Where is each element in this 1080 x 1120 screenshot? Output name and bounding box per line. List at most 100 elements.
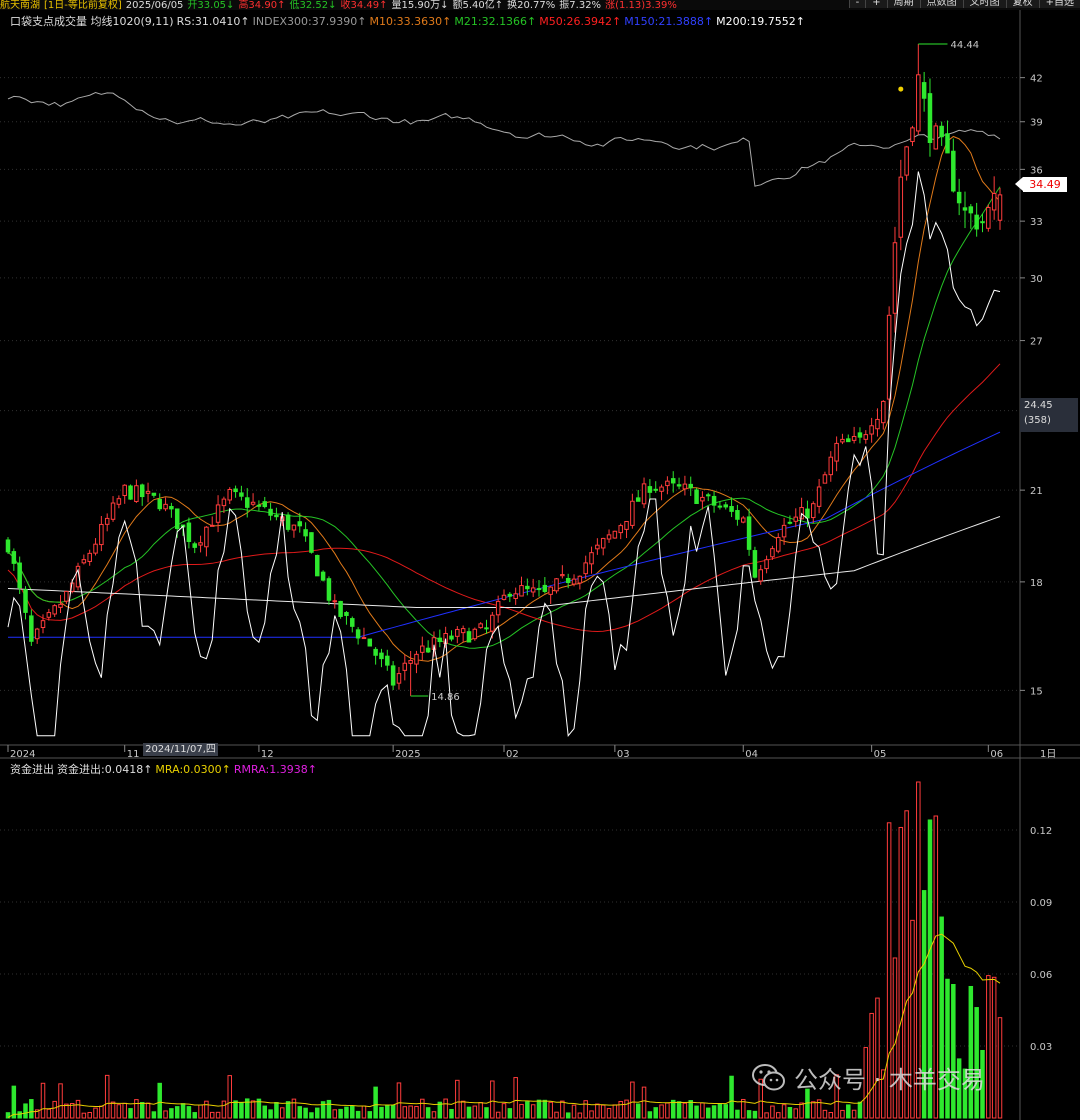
toolbar-button[interactable]: 点数图 [919, 0, 963, 8]
candle-body[interactable] [23, 589, 28, 613]
fund-flow-bar[interactable] [822, 1109, 828, 1119]
candle-body[interactable] [198, 542, 203, 546]
candle-body[interactable] [379, 652, 384, 660]
fund-flow-bar[interactable] [390, 1104, 396, 1119]
candle-body[interactable] [968, 206, 974, 214]
fund-flow-bar[interactable] [303, 1107, 308, 1119]
candle-body[interactable] [846, 438, 851, 443]
toolbar-button[interactable]: + [865, 0, 887, 8]
candle-body[interactable] [99, 523, 104, 546]
fund-flow-bar[interactable] [746, 1110, 752, 1119]
candle-body[interactable] [752, 550, 758, 578]
fund-flow-bar[interactable] [770, 1105, 775, 1119]
candle-body[interactable] [52, 605, 57, 615]
fund-flow-bar[interactable] [198, 1104, 203, 1119]
candle-body[interactable] [209, 524, 215, 527]
candle-body[interactable] [64, 590, 69, 602]
fund-flow-bar[interactable] [641, 1086, 647, 1119]
candle-body[interactable] [676, 484, 682, 487]
fund-flow-bar[interactable] [495, 1111, 501, 1119]
fund-flow-bar[interactable] [688, 1100, 693, 1119]
fund-flow-bar[interactable] [169, 1108, 174, 1119]
fund-flow-bar[interactable] [711, 1105, 717, 1119]
fund-flow-bar[interactable] [595, 1103, 600, 1119]
candle-body[interactable] [577, 575, 583, 584]
toolbar-button[interactable]: +自选 [1038, 0, 1080, 8]
fund-flow-bar[interactable] [174, 1106, 180, 1119]
candle-body[interactable] [29, 615, 34, 642]
candle-body[interactable] [338, 600, 343, 617]
candle-body[interactable] [781, 524, 787, 538]
candle-body[interactable] [449, 635, 454, 640]
candle-body[interactable] [104, 517, 110, 525]
candle-body[interactable] [700, 496, 705, 502]
fund-flow-bar[interactable] [536, 1099, 542, 1119]
candle-body[interactable] [770, 548, 775, 558]
candle-body[interactable] [455, 628, 460, 637]
fund-flow-bar[interactable] [93, 1107, 98, 1119]
fund-flow-bar[interactable] [192, 1112, 197, 1119]
fund-flow-bar[interactable] [530, 1104, 536, 1119]
candle-body[interactable] [221, 498, 227, 507]
candle-body[interactable] [828, 456, 834, 476]
candle-body[interactable] [425, 647, 431, 653]
fund-flow-bar[interactable] [460, 1100, 466, 1119]
fund-flow-bar[interactable] [986, 975, 991, 1119]
candle-body[interactable] [933, 125, 939, 150]
candle-body[interactable] [139, 484, 145, 498]
fund-flow-bar[interactable] [676, 1101, 682, 1119]
fund-flow-bar[interactable] [851, 1109, 857, 1119]
candle-body[interactable] [635, 497, 641, 502]
candle-body[interactable] [986, 206, 991, 229]
fund-flow-bar[interactable] [764, 1112, 769, 1119]
fund-flow-bar[interactable] [997, 1017, 1003, 1119]
fund-flow-bar[interactable] [186, 1106, 192, 1119]
fund-flow-bar[interactable] [23, 1103, 28, 1119]
fund-flow-bar[interactable] [548, 1101, 553, 1119]
candle-body[interactable] [320, 571, 326, 581]
candle-body[interactable] [857, 432, 863, 438]
fund-flow-bar[interactable] [204, 1100, 209, 1119]
candle-body[interactable] [420, 645, 425, 653]
candle-body[interactable] [647, 486, 653, 493]
fund-flow-bar[interactable] [402, 1106, 408, 1119]
fund-flow-bar[interactable] [420, 1098, 425, 1119]
fund-flow-bar[interactable] [793, 1108, 799, 1119]
fund-flow-bar[interactable] [694, 1105, 699, 1119]
candle-body[interactable] [746, 516, 752, 550]
fund-flow-bar[interactable] [221, 1100, 227, 1119]
fund-flow-bar[interactable] [350, 1105, 355, 1119]
fund-flow-bar[interactable] [274, 1102, 279, 1119]
fund-flow-bar[interactable] [379, 1106, 384, 1119]
candle-body[interactable] [291, 524, 297, 531]
candle-body[interactable] [163, 503, 168, 510]
fund-flow-bar[interactable] [787, 1107, 793, 1119]
fund-flow-bar[interactable] [355, 1110, 361, 1119]
fund-flow-bar[interactable] [571, 1104, 577, 1119]
candle-body[interactable] [723, 504, 728, 508]
candle-body[interactable] [653, 488, 658, 491]
fund-flow-bar[interactable] [58, 1083, 63, 1119]
fund-flow-bar[interactable] [250, 1100, 256, 1119]
candle-body[interactable] [110, 502, 116, 520]
fund-flow-bar[interactable] [285, 1101, 291, 1119]
candle-body[interactable] [793, 516, 799, 522]
candle-body[interactable] [560, 574, 565, 577]
candle-body[interactable] [373, 648, 378, 656]
toolbar-button[interactable]: - [848, 0, 866, 8]
candle-body[interactable] [916, 74, 921, 132]
fund-flow-bar[interactable] [87, 1111, 92, 1119]
fund-flow-bar[interactable] [414, 1105, 419, 1119]
candle-body[interactable] [40, 620, 46, 628]
fund-flow-bar[interactable] [484, 1107, 489, 1119]
fund-flow-bar[interactable] [373, 1086, 378, 1119]
fund-flow-bar[interactable] [635, 1103, 641, 1119]
fund-flow-bar[interactable] [17, 1111, 22, 1119]
candle-body[interactable] [606, 534, 612, 540]
fund-flow-bar[interactable] [554, 1111, 559, 1119]
fund-flow-bar[interactable] [583, 1100, 588, 1119]
candle-body[interactable] [519, 585, 524, 597]
candle-body[interactable] [46, 612, 52, 618]
fund-flow-bar[interactable] [99, 1105, 104, 1119]
fund-flow-bar[interactable] [122, 1102, 127, 1119]
